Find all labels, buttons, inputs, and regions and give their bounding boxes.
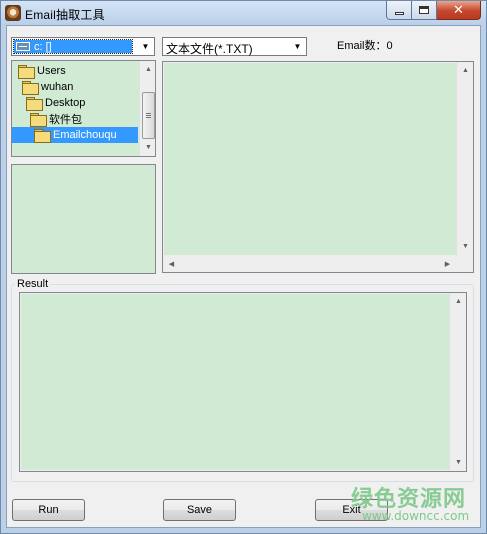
preview-text[interactable] — [164, 63, 456, 255]
folder-tree[interactable]: Users wuhan Desktop 软件包 Emailchouqu ▲ ▼ — [11, 60, 156, 157]
scroll-down-icon[interactable]: ▼ — [140, 139, 155, 156]
scroll-thumb[interactable] — [142, 92, 155, 139]
drive-select[interactable]: c: [] ▼ — [11, 37, 155, 56]
drive-icon — [16, 42, 30, 51]
drive-label: c: [] — [34, 40, 52, 53]
scroll-up-icon[interactable]: ▲ — [457, 62, 474, 79]
window-title: Email抽取工具 — [25, 8, 105, 22]
scroll-right-icon[interactable]: ▶ — [439, 255, 456, 272]
tree-item-wuhan[interactable]: wuhan — [22, 79, 73, 95]
filter-select[interactable]: 文本文件(*.TXT) ▼ — [162, 37, 307, 56]
maximize-icon — [419, 6, 429, 14]
scroll-up-icon[interactable]: ▲ — [450, 293, 467, 310]
file-list[interactable] — [11, 164, 156, 274]
app-icon — [5, 5, 21, 21]
watermark-url: www.downcc.com — [362, 509, 470, 523]
scroll-left-icon[interactable]: ◀ — [163, 255, 180, 272]
folder-icon — [22, 81, 39, 95]
tree-item-label: 软件包 — [49, 114, 82, 126]
email-count-value: 0 — [386, 40, 393, 52]
tree-item-software[interactable]: 软件包 — [30, 111, 82, 127]
window-controls: ✕ — [386, 1, 481, 20]
close-button[interactable]: ✕ — [437, 1, 481, 20]
tree-item-desktop[interactable]: Desktop — [26, 95, 85, 111]
result-scrollbar[interactable]: ▲ ▼ — [449, 293, 466, 471]
minimize-button[interactable] — [386, 1, 412, 20]
tree-item-label: Users — [37, 65, 66, 77]
scroll-down-icon[interactable]: ▼ — [457, 238, 474, 255]
preview-vscrollbar[interactable]: ▲ ▼ — [456, 62, 473, 255]
maximize-button[interactable] — [412, 1, 437, 20]
tree-item-emailchouqu[interactable]: Emailchouqu — [12, 127, 138, 143]
email-count-label: Email数： — [337, 40, 387, 52]
run-button[interactable]: Run — [12, 499, 85, 521]
tree-item-label: Emailchouqu — [53, 129, 117, 141]
close-icon: ✕ — [453, 2, 464, 18]
tree-item-users[interactable]: Users — [18, 63, 66, 79]
chevron-down-icon[interactable]: ▼ — [290, 39, 305, 54]
title-bar[interactable]: Email抽取工具 ✕ — [1, 1, 486, 25]
drive-select-value: c: [] — [13, 39, 133, 54]
tree-scrollbar[interactable]: ▲ ▼ — [139, 61, 155, 156]
folder-icon — [30, 113, 47, 127]
chevron-down-icon[interactable]: ▼ — [138, 39, 153, 54]
filter-select-value: 文本文件(*.TXT) — [166, 42, 253, 56]
folder-open-icon — [34, 129, 51, 143]
scroll-down-icon[interactable]: ▼ — [450, 454, 467, 471]
save-button[interactable]: Save — [163, 499, 236, 521]
tree-item-label: Desktop — [45, 97, 86, 109]
result-box[interactable]: ▲ ▼ — [19, 292, 467, 472]
folder-icon — [18, 65, 35, 79]
scroll-up-icon[interactable]: ▲ — [140, 61, 155, 78]
tree-item-label: wuhan — [41, 81, 74, 93]
result-label: Result — [15, 278, 51, 290]
email-count: Email数：0 — [337, 37, 393, 53]
folder-icon — [26, 97, 43, 111]
preview-hscrollbar[interactable]: ◀ ▶ — [163, 255, 456, 272]
minimize-icon — [394, 11, 404, 15]
preview-pane[interactable]: ▲ ▼ ◀ ▶ — [162, 61, 474, 273]
result-text[interactable] — [21, 294, 449, 470]
